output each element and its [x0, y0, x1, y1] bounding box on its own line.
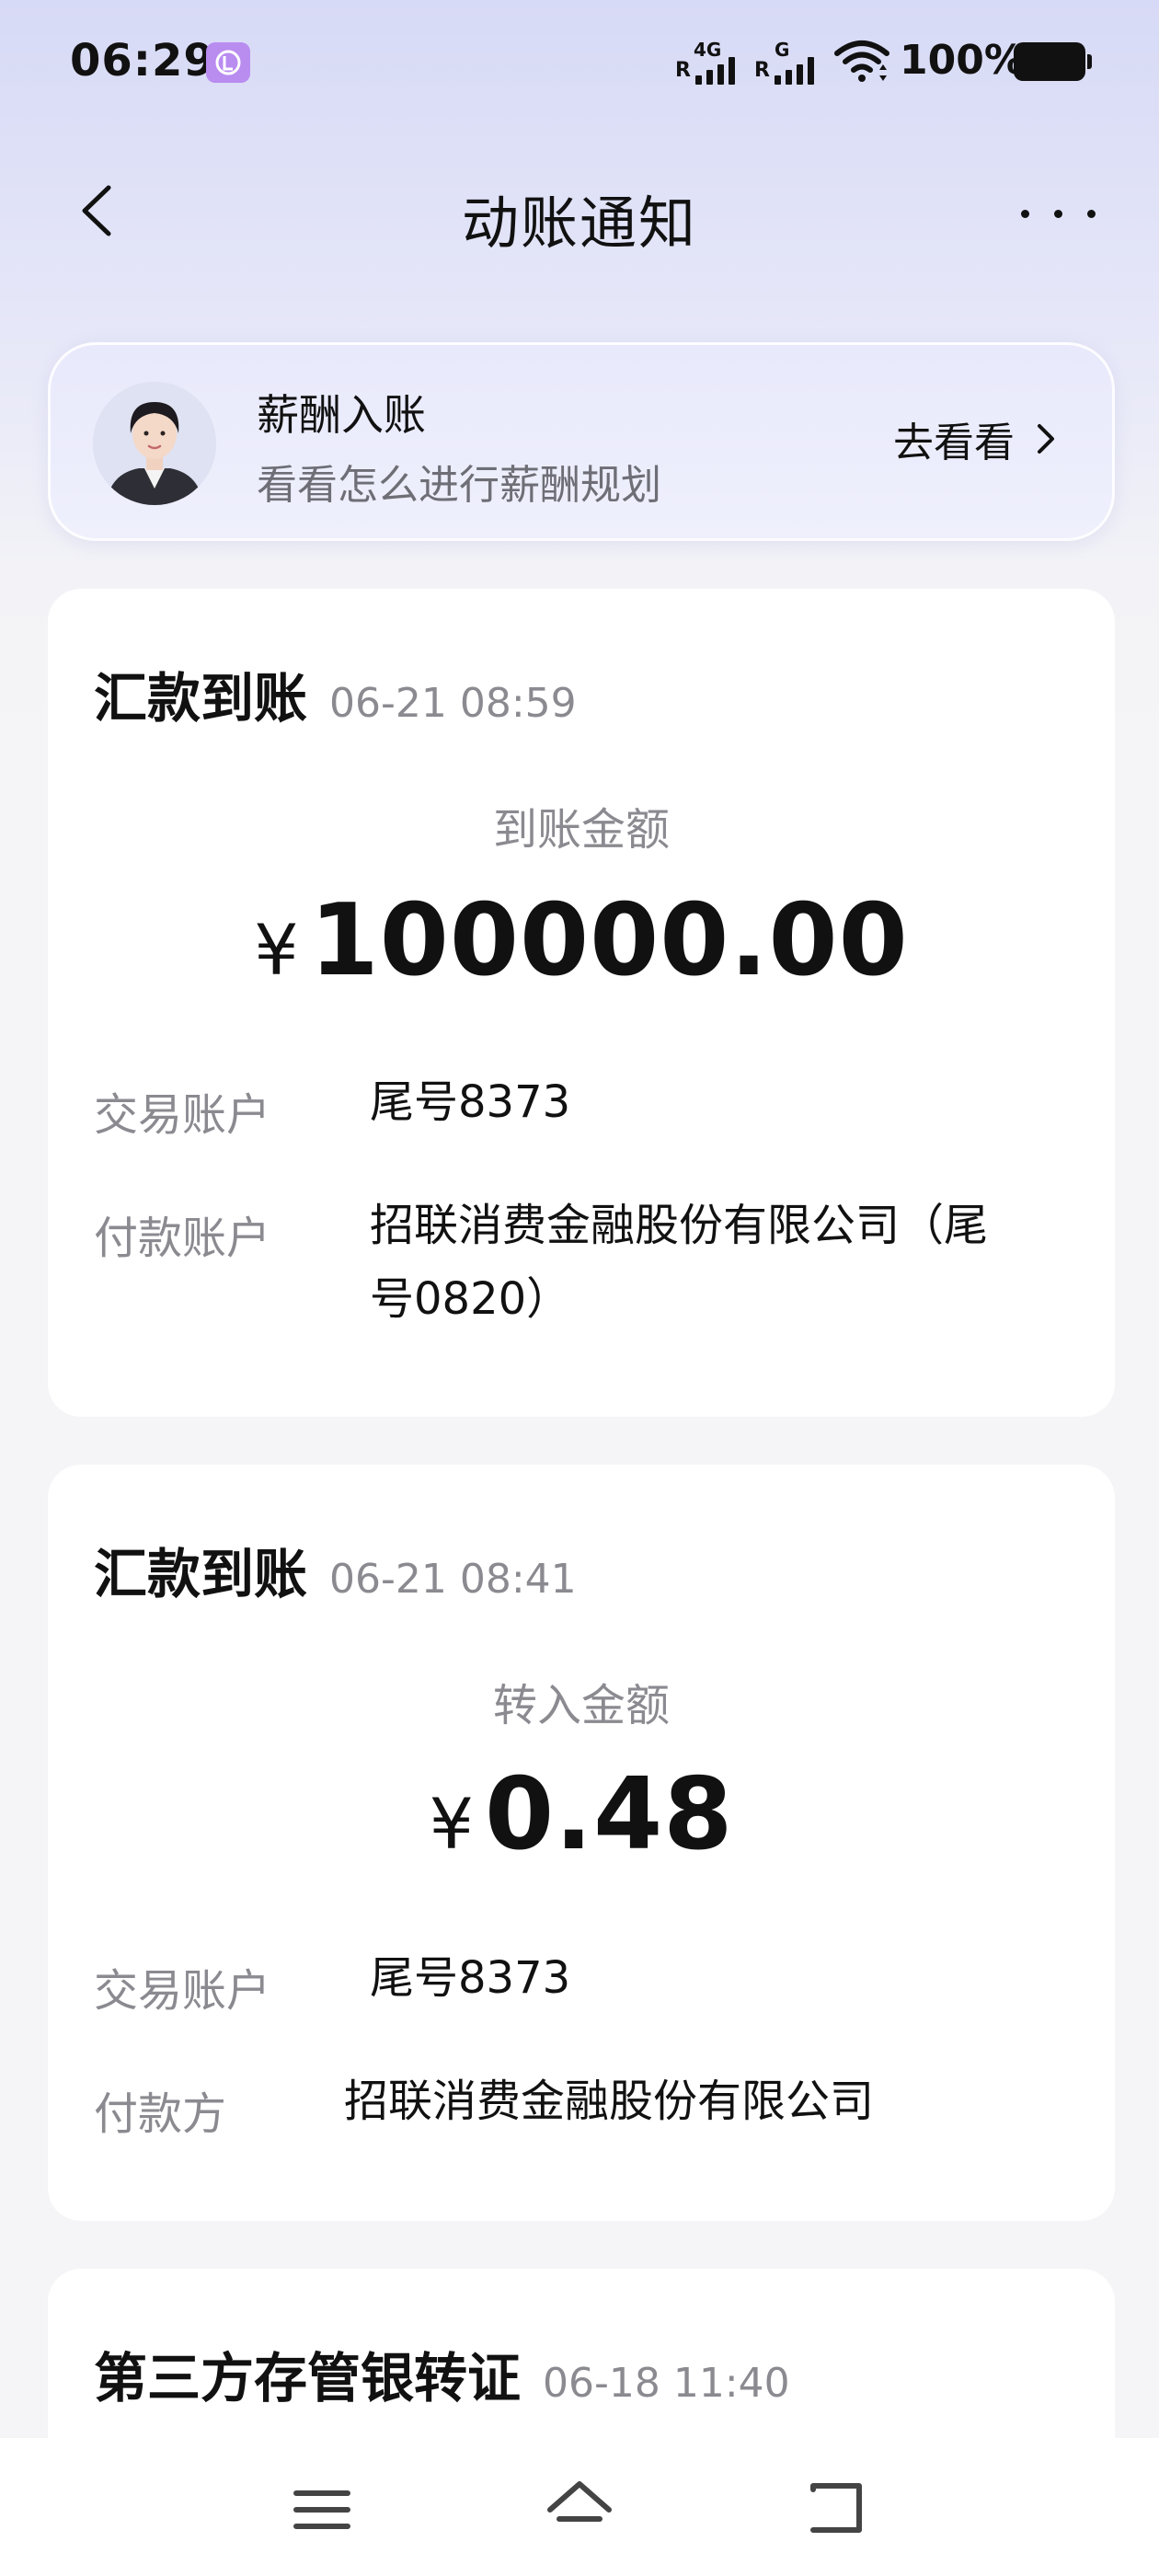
return-icon [810, 2483, 862, 2533]
banner-go-link[interactable]: 去看看 [893, 411, 1057, 466]
amount-number: 100000.00 [309, 883, 909, 998]
more-options-button[interactable] [1012, 190, 1104, 236]
row-label-payer: 付款账户 [94, 1213, 271, 1264]
navigation-bar: 动账通知 [0, 156, 1159, 267]
card-header: 汇款到账 06-21 08:59 [94, 655, 577, 732]
currency-symbol: ¥ [429, 1783, 474, 1865]
card-title: 第三方存管银转证 [94, 2347, 522, 2409]
battery-icon [1014, 42, 1092, 81]
status-bar: 06:29 4G R G R 100% [0, 0, 1159, 129]
avatar [93, 382, 216, 505]
more-dot-icon [1021, 210, 1029, 218]
amount-number: 0.48 [484, 1757, 734, 1872]
amount-value: ¥0.48 [48, 1757, 1115, 1872]
amount-label: 到账金额 [492, 804, 670, 856]
card-time: 06-18 11:40 [543, 2360, 790, 2407]
amount-value: ¥100000.00 [48, 883, 1115, 998]
transaction-card[interactable]: 汇款到账 06-21 08:41 转入金额 ¥0.48 交易账户 尾号8373 … [48, 1465, 1115, 2221]
more-dot-icon [1087, 210, 1096, 218]
banner-subtitle: 看看怎么进行薪酬规划 [257, 462, 661, 509]
row-value-payer: 招联消费金融股份有限公司 [344, 2076, 875, 2127]
home-icon [547, 2481, 612, 2522]
more-dot-icon [1054, 210, 1062, 218]
chevron-right-icon [1038, 424, 1054, 454]
card-time: 06-21 08:59 [329, 680, 577, 727]
banner-title: 薪酬入账 [257, 390, 426, 440]
card-title: 汇款到账 [94, 667, 308, 730]
row-value-payer-line2: 号0820） [370, 1273, 571, 1325]
menu-icon [293, 2490, 350, 2529]
row-value-payer-line1: 招联消费金融股份有限公司（尾 [370, 1200, 989, 1251]
amount-label: 转入金额 [492, 1680, 670, 1731]
app-notification-icon [206, 42, 250, 83]
battery-percent: 100% [900, 37, 1025, 84]
menu-button[interactable] [285, 2473, 359, 2547]
card-header: 汇款到账 06-21 08:41 [94, 1531, 577, 1608]
card-header: 第三方存管银转证 06-18 11:40 [94, 2335, 790, 2412]
transaction-card[interactable]: 汇款到账 06-21 08:59 到账金额 ¥100000.00 交易账户 尾号… [48, 589, 1115, 1417]
row-value-account: 尾号8373 [370, 1076, 571, 1128]
status-time: 06:29 [70, 35, 215, 86]
wifi-icon [833, 37, 890, 88]
row-label-account: 交易账户 [94, 1965, 271, 2017]
banner-link-label: 去看看 [893, 420, 1015, 466]
roaming-label-sim2: R [754, 59, 770, 82]
currency-symbol: ¥ [254, 909, 299, 991]
page-title: 动账通知 [461, 190, 697, 257]
card-title: 汇款到账 [94, 1543, 308, 1605]
roaming-label-sim1: R [675, 59, 691, 82]
system-navigation-bar [0, 2438, 1159, 2576]
home-button[interactable] [543, 2473, 616, 2547]
salary-banner[interactable]: 薪酬入账 看看怎么进行薪酬规划 去看看 [48, 342, 1115, 541]
row-value-account: 尾号8373 [370, 1952, 571, 2004]
back-nav-button[interactable] [800, 2473, 874, 2547]
row-label-account: 交易账户 [94, 1089, 271, 1141]
card-time: 06-21 08:41 [329, 1556, 577, 1603]
row-label-payer: 付款方 [94, 2088, 227, 2140]
